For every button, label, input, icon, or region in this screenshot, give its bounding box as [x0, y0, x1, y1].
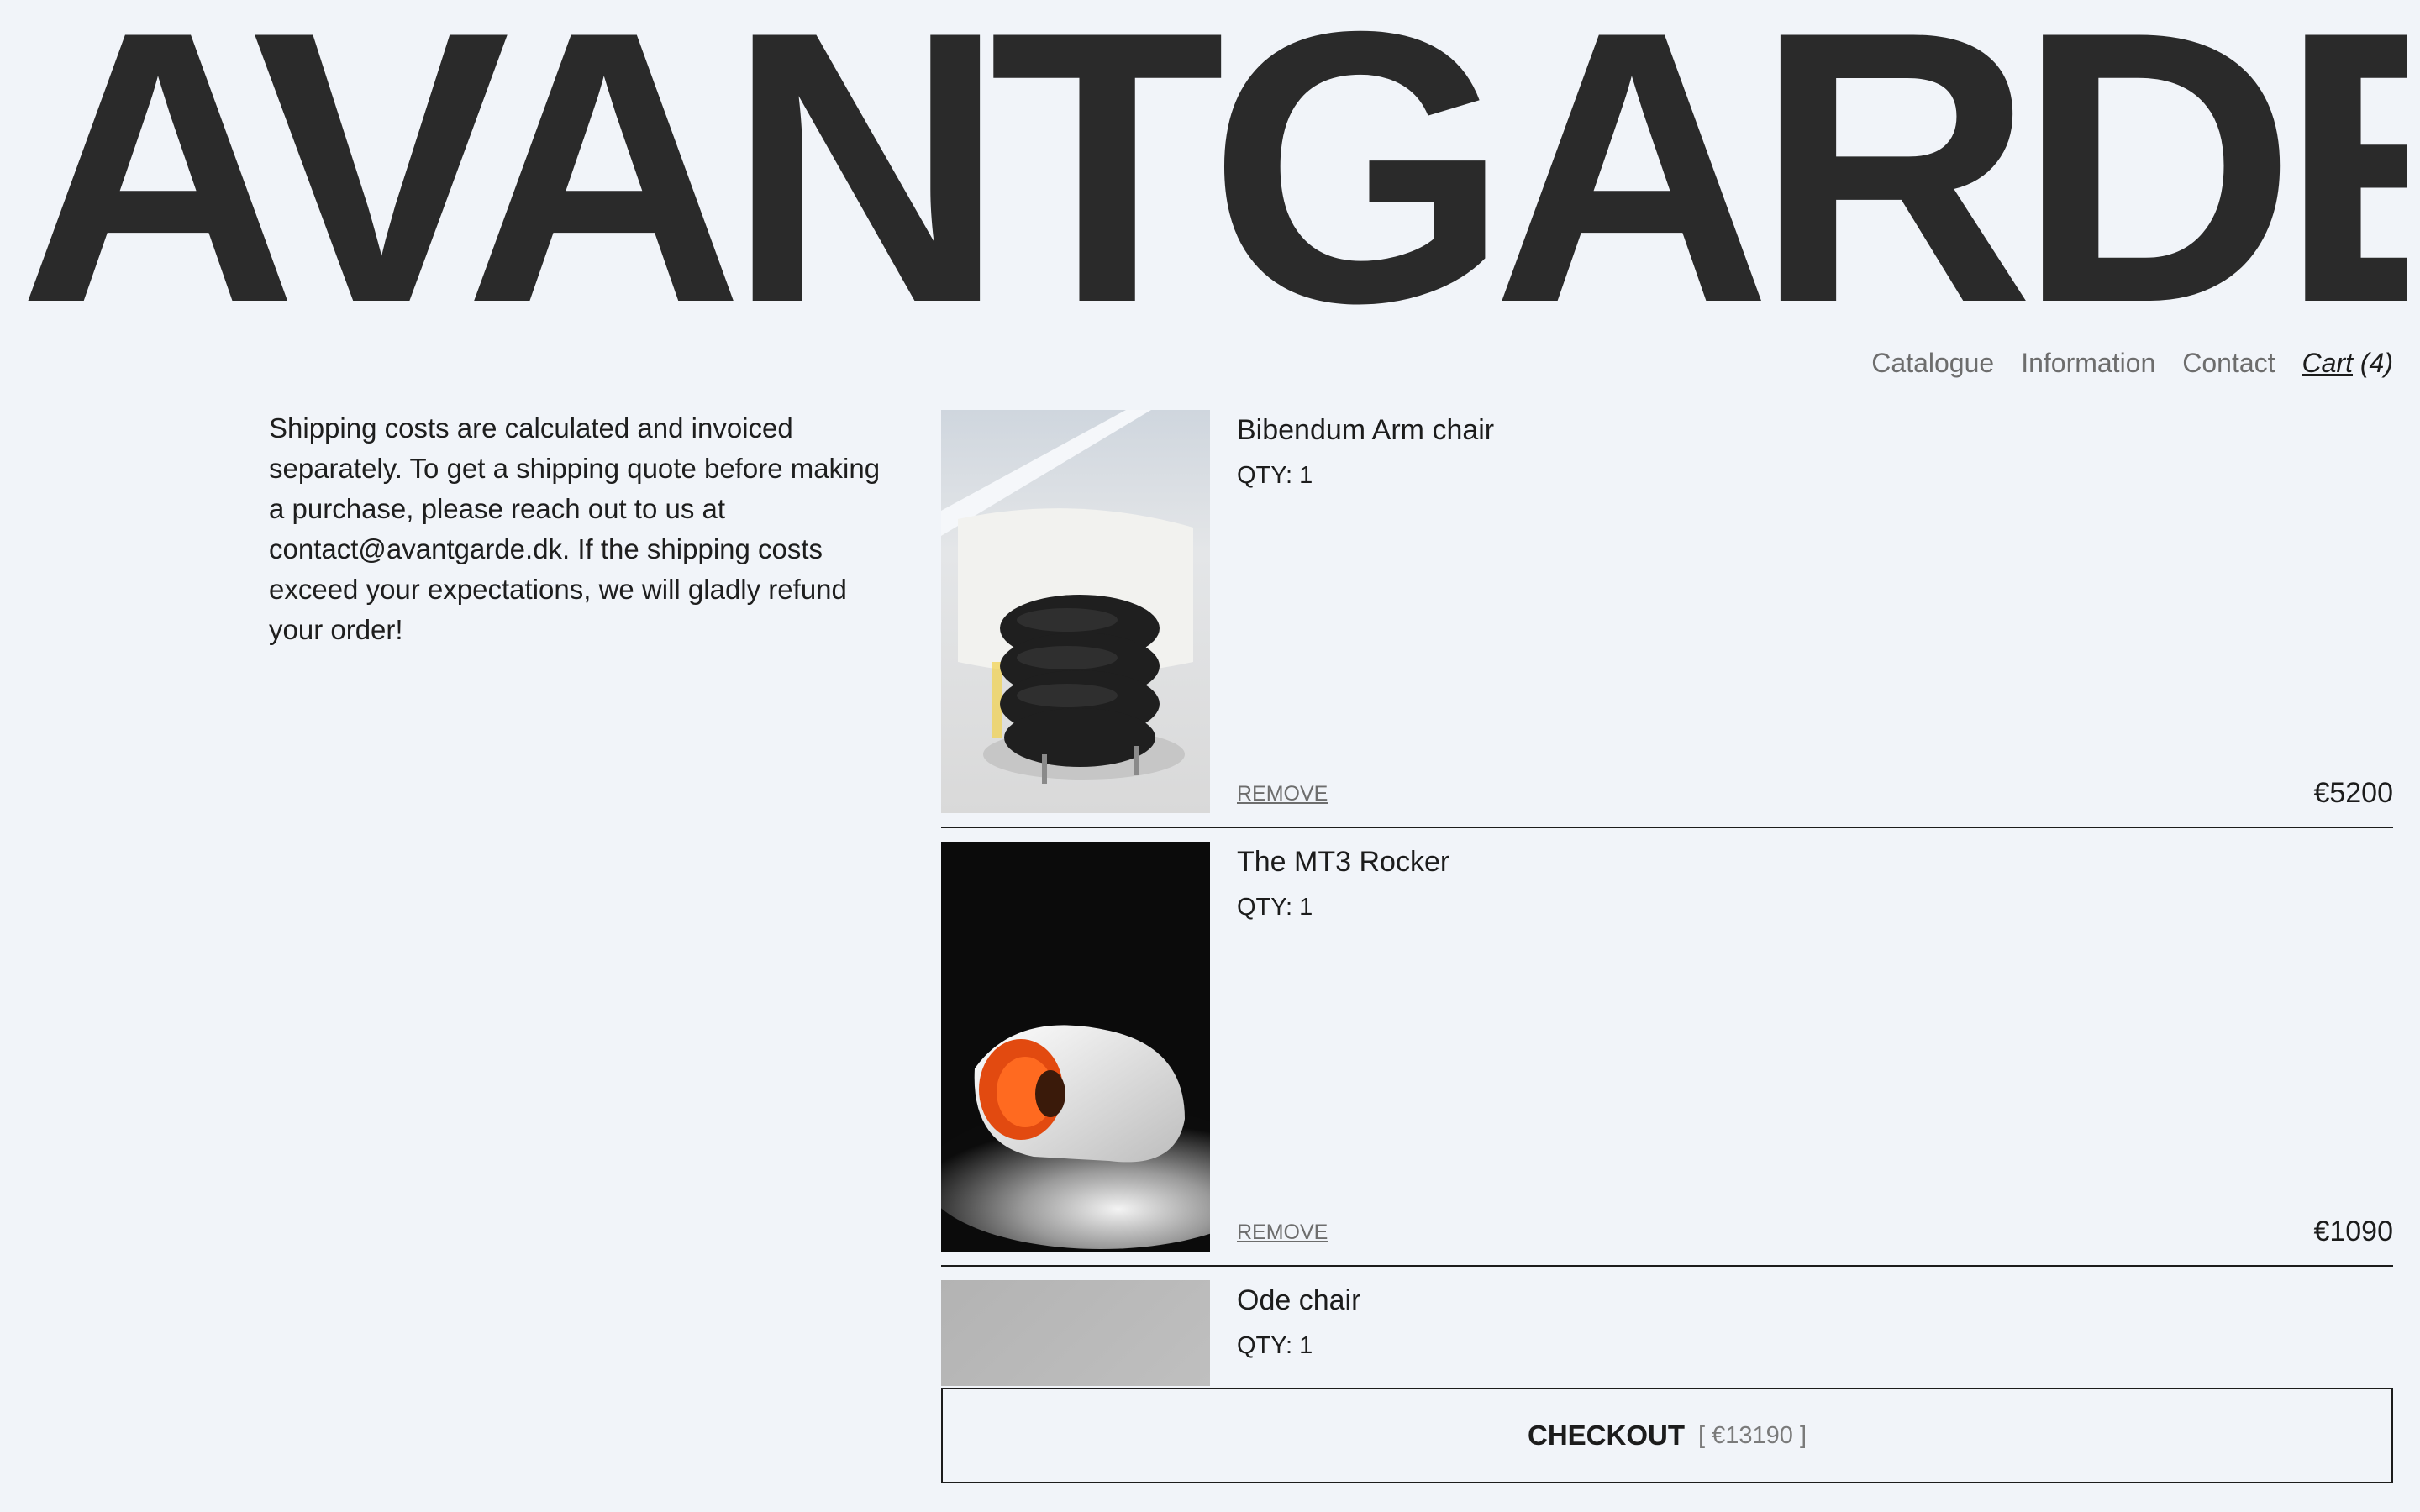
cart-item: The MT3 Rocker QTY: 1 REMOVE €1090: [941, 842, 2393, 1267]
nav-information[interactable]: Information: [2021, 343, 2155, 383]
cart-item-info: The MT3 Rocker QTY: 1 REMOVE €1090: [1210, 842, 2393, 1265]
page: AVANTGARDE Catalogue Information Contact…: [0, 0, 2420, 1512]
product-image-mt3-rocker[interactable]: [941, 842, 1210, 1252]
remove-button[interactable]: REMOVE: [1237, 1221, 1328, 1245]
cart-item: Ode chair QTY: 1: [941, 1280, 2393, 1386]
product-name[interactable]: The MT3 Rocker: [1237, 842, 2393, 882]
cart-item-info: Bibendum Arm chair QTY: 1 REMOVE €5200: [1210, 410, 2393, 827]
nav-catalogue[interactable]: Catalogue: [1871, 343, 1994, 383]
brand-logo[interactable]: AVANTGARDE: [18, 8, 2407, 328]
checkout-button[interactable]: CHECKOUT [ €13190 ]: [941, 1388, 2393, 1483]
cart-item: Bibendum Arm chair QTY: 1 REMOVE €5200: [941, 410, 2393, 828]
product-name[interactable]: Ode chair: [1237, 1280, 2393, 1320]
product-qty: QTY: 1: [1237, 462, 1313, 489]
cart-item-info: Ode chair QTY: 1: [1210, 1280, 2393, 1386]
cart-label: Cart: [2302, 348, 2353, 378]
main-nav: Catalogue Information Contact Cart (4): [1871, 343, 2393, 383]
nav-cart[interactable]: Cart (4): [2302, 343, 2393, 383]
checkout-label: CHECKOUT: [1528, 1420, 1685, 1451]
product-price: €1090: [2313, 1215, 2393, 1247]
product-qty: QTY: 1: [1237, 1332, 1313, 1359]
product-price: €5200: [2313, 777, 2393, 809]
cart-list: Bibendum Arm chair QTY: 1 REMOVE €5200 T…: [941, 410, 2393, 1386]
shipping-note: Shipping costs are calculated and invoic…: [269, 412, 881, 645]
product-name[interactable]: Bibendum Arm chair: [1237, 410, 2393, 450]
nav-contact[interactable]: Contact: [2182, 343, 2275, 383]
product-image-ode-chair[interactable]: [941, 1280, 1210, 1386]
product-image-bibendum[interactable]: [941, 410, 1210, 813]
checkout-total: [ €13190 ]: [1698, 1421, 1807, 1449]
product-qty: QTY: 1: [1237, 894, 1313, 921]
mt3-rocker-photo: [941, 842, 1210, 1252]
cart-count: (4): [2360, 348, 2393, 378]
ode-chair-photo: [941, 1280, 1210, 1386]
remove-button[interactable]: REMOVE: [1237, 782, 1328, 806]
bibendum-chair-photo: [941, 410, 1210, 813]
